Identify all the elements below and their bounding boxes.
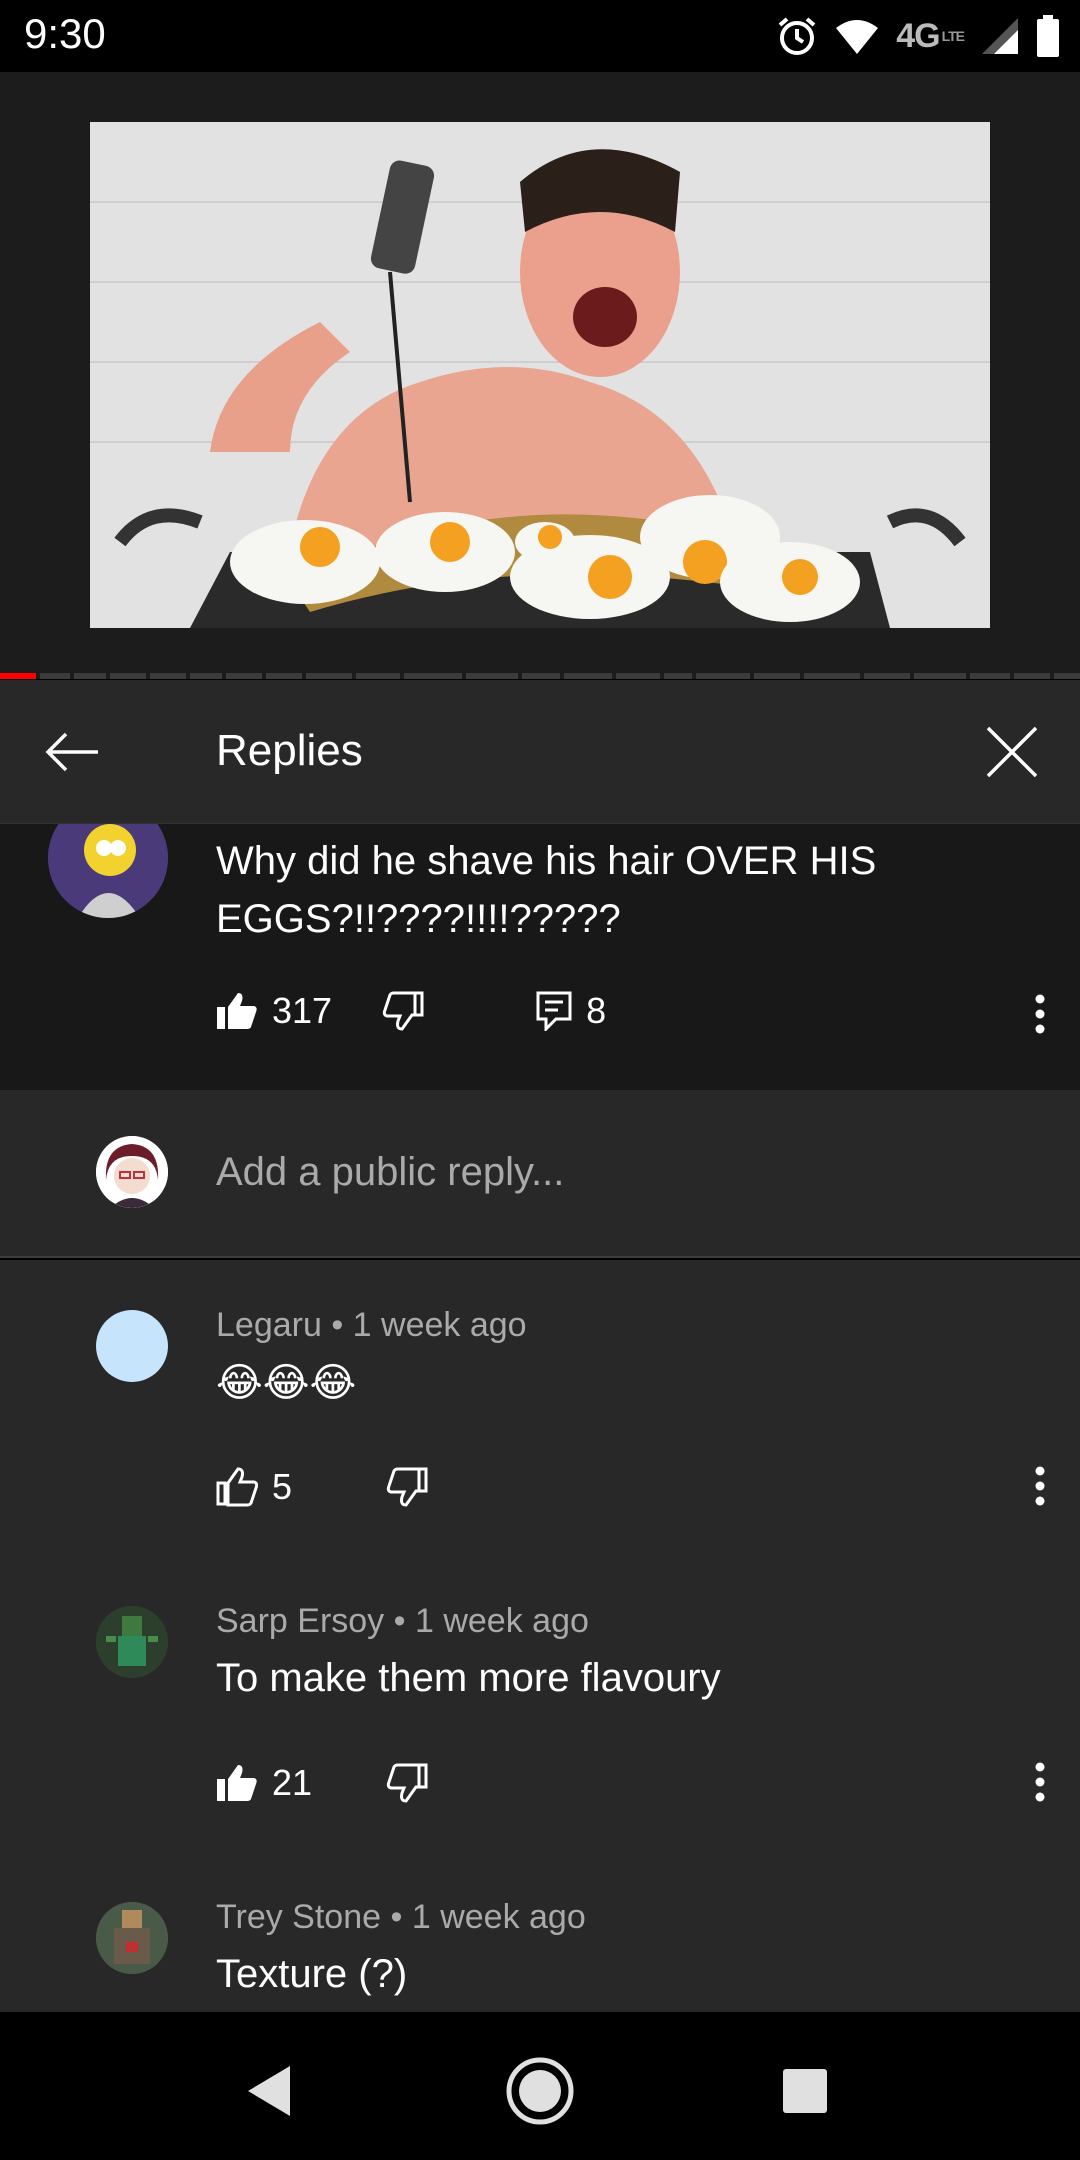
like-button[interactable]: 21 xyxy=(216,1762,312,1804)
reply-text: 😂😂😂 xyxy=(216,1361,357,1405)
video-progress-bar[interactable] xyxy=(0,673,1080,679)
thumbs-down-icon xyxy=(386,1763,428,1803)
reply-meta: Trey Stone • 1 week ago xyxy=(216,1898,586,1936)
reply-meta: Legaru • 1 week ago xyxy=(216,1306,527,1344)
avatar[interactable] xyxy=(96,1310,168,1382)
nav-home-icon xyxy=(506,2057,574,2125)
avatar[interactable] xyxy=(96,1606,168,1678)
thumbs-up-icon xyxy=(217,993,257,1029)
thumbs-up-icon xyxy=(217,1765,257,1801)
add-reply-row[interactable]: Add a public reply... xyxy=(0,1090,1080,1258)
page-title: Replies xyxy=(216,726,363,775)
like-count: 5 xyxy=(272,1466,293,1507)
arrow-left-icon xyxy=(45,732,98,772)
thumbs-down-icon xyxy=(382,991,424,1031)
status-icons: 4G LTE xyxy=(776,10,1060,62)
list-item: Trey Stone • 1 week ago Texture (?) xyxy=(0,1852,1080,2012)
signal-icon xyxy=(980,16,1020,56)
avatar[interactable] xyxy=(96,1902,168,1974)
system-nav-bar xyxy=(0,2012,1080,2160)
progress-played xyxy=(0,673,36,679)
close-button[interactable] xyxy=(980,720,1044,784)
network-type: 4G LTE xyxy=(896,16,965,55)
reply-age: 1 week ago xyxy=(352,1306,527,1344)
reply-meta: Sarp Ersoy • 1 week ago xyxy=(216,1602,589,1640)
reply-author[interactable]: Legaru xyxy=(216,1306,322,1344)
reply-count-button[interactable]: 8 xyxy=(536,990,606,1032)
more-vert-icon xyxy=(1035,994,1045,1034)
nav-back-icon xyxy=(248,2066,290,2116)
reply-author[interactable]: Sarp Ersoy xyxy=(216,1602,384,1640)
dislike-button[interactable] xyxy=(382,991,424,1031)
like-count: 317 xyxy=(272,990,333,1031)
alarm-icon xyxy=(776,15,818,57)
more-options-button[interactable] xyxy=(1020,1752,1060,1812)
avatar[interactable] xyxy=(48,824,168,918)
replies-list: Legaru • 1 week ago 😂😂😂 5 Sarp Ersoy • 1… xyxy=(0,1260,1080,2012)
replies-header: Replies xyxy=(0,680,1080,824)
parent-comment: Why did he shave his hair OVER HIS EGGS?… xyxy=(0,824,1080,1090)
reply-age: 1 week ago xyxy=(414,1602,589,1640)
more-vert-icon xyxy=(1035,1466,1045,1506)
reply-text: Texture (?) xyxy=(216,1952,408,1996)
reply-author[interactable]: Trey Stone xyxy=(216,1898,381,1936)
list-item: Legaru • 1 week ago 😂😂😂 5 xyxy=(0,1260,1080,1556)
status-bar: 9:30 4G LTE xyxy=(0,0,1080,72)
reply-count: 8 xyxy=(586,990,607,1031)
comment-actions: 317 8 xyxy=(216,990,606,1032)
nav-back-button[interactable] xyxy=(234,2056,304,2126)
reply-input[interactable]: Add a public reply... xyxy=(216,1150,564,1195)
comment-text: Why did he shave his hair OVER HIS EGGS?… xyxy=(216,839,877,941)
nav-home-button[interactable] xyxy=(505,2056,575,2126)
battery-icon xyxy=(1036,15,1060,57)
video-player[interactable] xyxy=(0,72,1080,678)
nav-recents-icon xyxy=(783,2069,827,2113)
more-vert-icon xyxy=(1035,1762,1045,1802)
video-frame[interactable] xyxy=(90,122,990,628)
comment-icon xyxy=(536,991,572,1031)
thumbs-down-icon xyxy=(386,1467,428,1507)
dislike-button[interactable] xyxy=(386,1763,428,1803)
dislike-button[interactable] xyxy=(386,1467,428,1507)
like-button[interactable]: 5 xyxy=(216,1466,292,1508)
like-button[interactable]: 317 xyxy=(216,990,332,1032)
close-icon xyxy=(986,726,1038,778)
reply-actions: 21 xyxy=(216,1762,428,1804)
list-item: Sarp Ersoy • 1 week ago To make them mor… xyxy=(0,1556,1080,1852)
back-button[interactable] xyxy=(40,720,104,784)
reply-age: 1 week ago xyxy=(411,1898,586,1936)
video-thumbnail xyxy=(90,122,990,628)
reply-text: To make them more flavoury xyxy=(216,1656,721,1700)
thumbs-up-outline-icon xyxy=(216,1467,258,1507)
nav-recents-button[interactable] xyxy=(770,2056,840,2126)
more-options-button[interactable] xyxy=(1020,1456,1060,1516)
status-time: 9:30 xyxy=(24,10,106,57)
like-count: 21 xyxy=(272,1762,313,1803)
wifi-icon xyxy=(834,16,880,56)
reply-actions: 5 xyxy=(216,1466,428,1508)
more-options-button[interactable] xyxy=(1020,984,1060,1044)
user-avatar xyxy=(96,1136,168,1208)
